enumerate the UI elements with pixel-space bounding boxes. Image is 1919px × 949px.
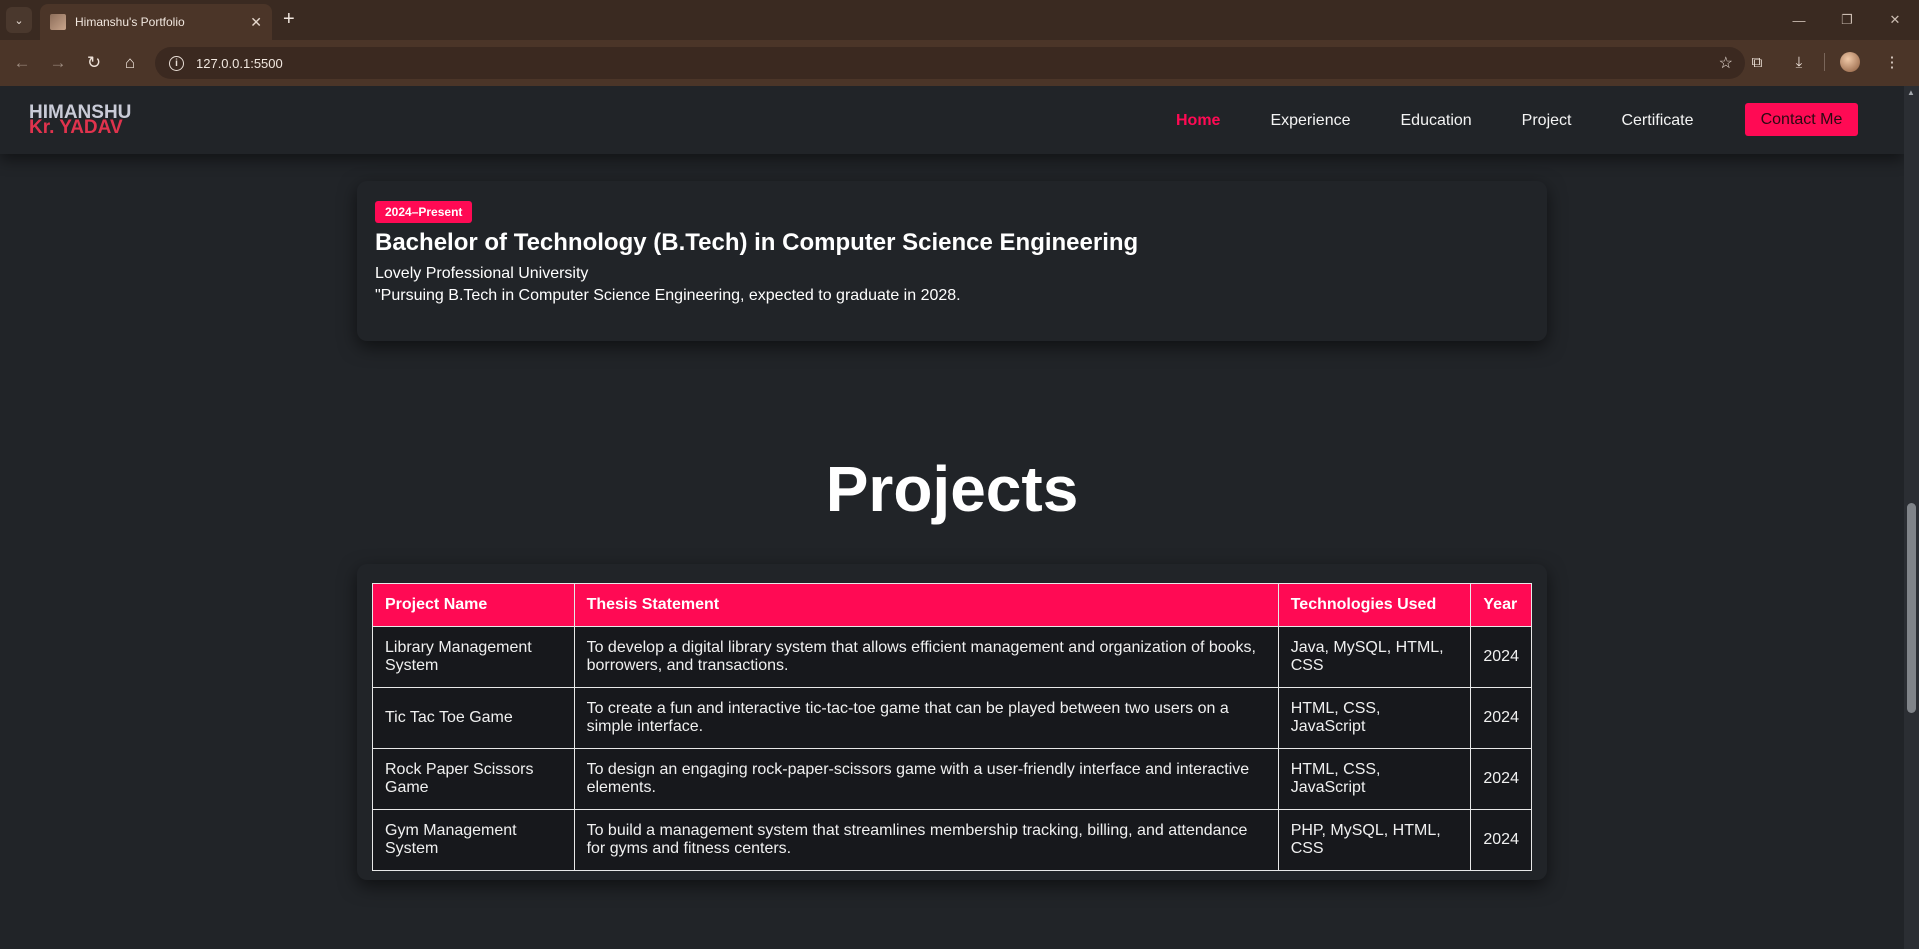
address-bar[interactable]: i 127.0.0.1:5500 ☆ <box>155 47 1745 79</box>
extensions-icon[interactable]: ⧉ <box>1740 45 1774 79</box>
close-window-icon[interactable]: ✕ <box>1871 0 1919 40</box>
thesis-cell: To design an engaging rock-paper-scissor… <box>573 748 1279 810</box>
profile-avatar[interactable] <box>1833 45 1867 79</box>
url-text: 127.0.0.1:5500 <box>196 55 283 71</box>
tab-close-icon[interactable]: ✕ <box>250 14 262 31</box>
table-row: Library Management System To develop a d… <box>372 626 1532 688</box>
year-cell: 2024 <box>1470 809 1532 871</box>
date-badge: 2024–Present <box>375 201 473 223</box>
projects-table: Project Name Thesis Statement Technologi… <box>372 583 1532 871</box>
nav-links: Home Experience Education Project Certif… <box>1176 112 1744 130</box>
nav-link-certificate[interactable]: Certificate <box>1621 112 1693 130</box>
download-icon[interactable]: ⤓ <box>1782 45 1816 79</box>
column-header-year: Year <box>1470 583 1532 627</box>
education-card: 2024–Present Bachelor of Technology (B.T… <box>357 181 1547 341</box>
avatar <box>1840 52 1860 72</box>
column-header-technologies: Technologies Used <box>1277 583 1472 627</box>
projects-heading: Projects <box>825 453 1079 525</box>
page-viewport: HIMANSHU Kr. YADAV Home Experience Educa… <box>0 86 1904 949</box>
nav-link-experience[interactable]: Experience <box>1270 112 1350 130</box>
minimize-icon[interactable]: — <box>1775 0 1823 40</box>
technologies-cell: Java, MySQL, HTML, CSS <box>1277 626 1472 688</box>
tab-title: Himanshu's Portfolio <box>75 15 185 29</box>
degree-title: Bachelor of Technology (B.Tech) in Compu… <box>375 229 1139 256</box>
toolbar-actions: ⧉ ⤓ ⋮ <box>1740 45 1909 79</box>
toolbar-divider <box>1824 53 1825 71</box>
scroll-thumb[interactable] <box>1907 503 1916 713</box>
project-name-cell: Library Management System <box>372 626 575 688</box>
university-name: Lovely Professional University <box>375 265 589 282</box>
site-info-icon[interactable]: i <box>169 55 184 71</box>
site-logo[interactable]: HIMANSHU Kr. YADAV <box>29 103 131 138</box>
tab-search-chevron-icon[interactable]: ⌄ <box>6 7 32 33</box>
table-row: Tic Tac Toe Game To create a fun and int… <box>372 687 1532 749</box>
technologies-cell: HTML, CSS, JavaScript <box>1277 687 1472 749</box>
education-description: "Pursuing B.Tech in Computer Science Eng… <box>375 287 961 304</box>
thesis-cell: To create a fun and interactive tic-tac-… <box>573 687 1279 749</box>
contact-me-button[interactable]: Contact Me <box>1745 103 1858 136</box>
table-header-row: Project Name Thesis Statement Technologi… <box>372 583 1532 627</box>
browser-tab-bar: ⌄ Himanshu's Portfolio ✕ + — ❐ ✕ <box>0 0 1919 40</box>
column-header-thesis: Thesis Statement <box>573 583 1279 627</box>
year-cell: 2024 <box>1470 687 1532 749</box>
home-icon[interactable]: ⌂ <box>112 45 148 81</box>
forward-arrow-icon[interactable]: → <box>40 45 76 81</box>
column-header-project-name: Project Name <box>372 583 575 627</box>
page-scrollbar[interactable]: ▲ <box>1904 86 1919 949</box>
scroll-up-arrow-icon[interactable]: ▲ <box>1907 88 1915 97</box>
nav-link-project[interactable]: Project <box>1522 112 1572 130</box>
table-row: Rock Paper Scissors Game To design an en… <box>372 748 1532 810</box>
technologies-cell: PHP, MySQL, HTML, CSS <box>1277 809 1472 871</box>
nav-link-home[interactable]: Home <box>1176 112 1220 130</box>
site-navbar: HIMANSHU Kr. YADAV Home Experience Educa… <box>0 86 1904 154</box>
reload-icon[interactable]: ↻ <box>76 45 112 81</box>
project-name-cell: Tic Tac Toe Game <box>372 687 575 749</box>
bookmark-star-icon[interactable]: ☆ <box>1719 53 1733 73</box>
thesis-cell: To build a management system that stream… <box>573 809 1279 871</box>
year-cell: 2024 <box>1470 626 1532 688</box>
table-row: Gym Management System To build a managem… <box>372 809 1532 871</box>
window-controls: — ❐ ✕ <box>1775 0 1919 40</box>
project-name-cell: Rock Paper Scissors Game <box>372 748 575 810</box>
favicon-icon <box>50 14 66 30</box>
logo-last-name: Kr. YADAV <box>29 117 123 138</box>
technologies-cell: HTML, CSS, JavaScript <box>1277 748 1472 810</box>
browser-toolbar: ← → ↻ ⌂ i 127.0.0.1:5500 ☆ ⧉ ⤓ ⋮ <box>0 40 1919 86</box>
nav-link-education[interactable]: Education <box>1401 112 1472 130</box>
restore-icon[interactable]: ❐ <box>1823 0 1871 40</box>
menu-kebab-icon[interactable]: ⋮ <box>1875 45 1909 79</box>
year-cell: 2024 <box>1470 748 1532 810</box>
new-tab-button[interactable]: + <box>283 9 295 29</box>
projects-card: Project Name Thesis Statement Technologi… <box>357 564 1547 880</box>
browser-tab[interactable]: Himanshu's Portfolio ✕ <box>40 4 272 40</box>
project-name-cell: Gym Management System <box>372 809 575 871</box>
back-arrow-icon[interactable]: ← <box>4 45 40 81</box>
thesis-cell: To develop a digital library system that… <box>573 626 1279 688</box>
